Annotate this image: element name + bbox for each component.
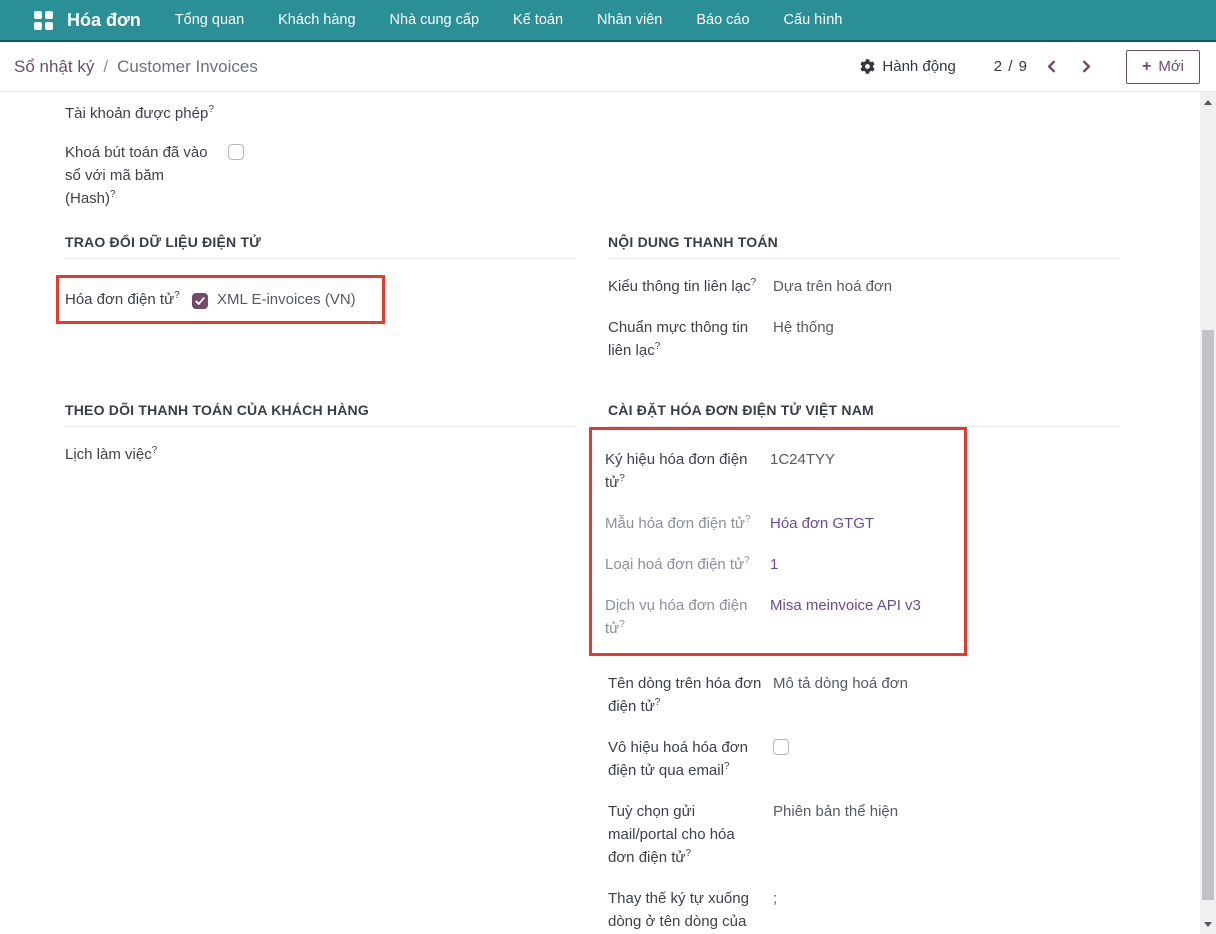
field-label-einvoice-symbol: Ký hiệu hóa đơn điện tử? xyxy=(605,448,770,494)
section-title-edi: TRAO ĐỔI DỮ LIỆU ĐIỆN TỬ xyxy=(65,234,575,259)
field-label-newline-replace: Thay thế ký tự xuống dòng ở tên dòng của… xyxy=(608,887,773,932)
field-mail-portal-option: Tuỳ chọn gửi mail/portal cho hóa đơn điệ… xyxy=(608,800,1120,869)
field-label-einvoice-service: Dịch vụ hóa đơn điện tử? xyxy=(605,594,770,640)
hash-lock-checkbox[interactable] xyxy=(228,144,244,160)
highlight-box-vn-einvoice-settings: Ký hiệu hóa đơn điện tử? 1C24TYY Mẫu hóa… xyxy=(589,427,967,656)
help-mark: ? xyxy=(655,697,661,708)
einvoice-symbol-value: 1C24TYY xyxy=(770,448,956,471)
triangle-up-icon xyxy=(1204,100,1212,105)
nav-item-nhan-vien[interactable]: Nhân viên xyxy=(597,12,662,28)
plus-icon: + xyxy=(1142,58,1151,76)
field-label-einvoice-format: Hóa đơn điện tử? xyxy=(65,288,192,311)
field-einvoice-symbol: Ký hiệu hóa đơn điện tử? 1C24TYY xyxy=(605,448,956,494)
field-label-mail-portal-option: Tuỳ chọn gửi mail/portal cho hóa đơn điệ… xyxy=(608,800,773,869)
einvoice-type-value[interactable]: 1 xyxy=(770,553,956,576)
field-einvoice-line-name: Tên dòng trên hóa đơn điện tử? Mô tả dòn… xyxy=(608,672,1120,718)
app-window: Hóa đơn Tổng quan Khách hàng Nhà cung cấ… xyxy=(0,0,1216,934)
section-title-vn-einvoice: CÀI ĐẶT HÓA ĐƠN ĐIỆN TỬ VIỆT NAM xyxy=(608,402,1120,427)
help-mark: ? xyxy=(619,619,625,630)
einvoice-template-link[interactable]: Hóa đơn GTGT xyxy=(770,512,956,535)
vertical-scrollbar[interactable] xyxy=(1200,92,1216,934)
comm-type-value: Dựa trên hoá đơn xyxy=(773,275,1120,298)
help-mark: ? xyxy=(152,445,158,456)
comm-standard-value: Hệ thống xyxy=(773,316,1120,339)
help-mark: ? xyxy=(685,848,691,859)
einvoice-format-value: XML E-invoices (VN) xyxy=(217,288,356,311)
check-icon xyxy=(195,296,205,306)
field-label-einvoice-type: Loại hoá đơn điện tử? xyxy=(605,553,770,576)
field-label-comm-standard: Chuẩn mực thông tin liên lạc? xyxy=(608,316,773,362)
field-einvoice-type: Loại hoá đơn điện tử? 1 xyxy=(605,553,956,576)
field-label-einvoice-line-name: Tên dòng trên hóa đơn điện tử? xyxy=(608,672,773,718)
nav-item-nha-cung-cap[interactable]: Nhà cung cấp xyxy=(390,12,479,28)
new-record-label: Mới xyxy=(1158,58,1184,75)
top-navbar: Hóa đơn Tổng quan Khách hàng Nhà cung cấ… xyxy=(0,0,1216,42)
nav-item-bao-cao[interactable]: Báo cáo xyxy=(696,12,749,28)
disable-einvoice-email-checkbox[interactable] xyxy=(773,739,789,755)
highlight-box-einvoice: Hóa đơn điện tử? XML E-invoices (VN) xyxy=(56,275,385,324)
help-mark: ? xyxy=(724,761,730,772)
nav-item-khach-hang[interactable]: Khách hàng xyxy=(278,12,355,28)
field-label-disable-einvoice-email: Vô hiệu hoá hóa đơn điện tử qua email? xyxy=(608,736,773,782)
field-work-schedule: Lịch làm việc? xyxy=(65,443,575,466)
scrollbar-thumb[interactable] xyxy=(1202,330,1214,900)
field-hash-lock: Khoá bút toán đã vào sổ với mã băm (Hash… xyxy=(65,141,575,210)
action-menu-label: Hành động xyxy=(882,58,955,75)
help-mark: ? xyxy=(744,555,750,566)
help-mark: ? xyxy=(655,341,661,352)
field-label-einvoice-template: Mẫu hóa đơn điện tử? xyxy=(605,512,770,535)
section-title-followup: THEO DÕI THANH TOÁN CỦA KHÁCH HÀNG xyxy=(65,402,575,427)
field-label-restrict-accounts: Tài khoản được phép? xyxy=(65,102,228,125)
app-name-menu[interactable]: Hóa đơn xyxy=(67,10,141,31)
pager-next-button[interactable] xyxy=(1075,57,1098,76)
field-label-work-schedule: Lịch làm việc? xyxy=(65,443,228,466)
pager-counter[interactable]: 2 / 9 xyxy=(994,58,1028,75)
field-comm-standard: Chuẩn mực thông tin liên lạc? Hệ thống xyxy=(608,316,1120,362)
help-mark: ? xyxy=(174,290,180,301)
scroll-down-arrow[interactable] xyxy=(1200,916,1216,932)
einvoice-line-name-value: Mô tả dòng hoá đơn xyxy=(773,672,1120,695)
chevron-right-icon xyxy=(1079,59,1094,74)
scroll-up-arrow[interactable] xyxy=(1200,94,1216,110)
nav-item-tong-quan[interactable]: Tổng quan xyxy=(175,12,244,28)
breadcrumb-separator: / xyxy=(103,57,108,77)
breadcrumb-current: Customer Invoices xyxy=(117,57,258,77)
action-menu-button[interactable]: Hành động xyxy=(860,58,955,75)
field-einvoice-template: Mẫu hóa đơn điện tử? Hóa đơn GTGT xyxy=(605,512,956,535)
field-comm-type: Kiểu thông tin liên lạc? Dựa trên hoá đơ… xyxy=(608,275,1120,298)
control-bar: Sổ nhật ký / Customer Invoices Hành động… xyxy=(0,42,1216,92)
einvoice-service-link[interactable]: Misa meinvoice API v3 xyxy=(770,594,956,617)
einvoice-format-checkbox[interactable] xyxy=(192,293,208,309)
field-einvoice-service: Dịch vụ hóa đơn điện tử? Misa meinvoice … xyxy=(605,594,956,640)
form-sheet: Tài khoản được phép? Khoá bút toán đã và… xyxy=(0,92,1216,932)
navbar-menu: Tổng quan Khách hàng Nhà cung cấp Kế toá… xyxy=(175,12,843,28)
field-newline-replace: Thay thế ký tự xuống dòng ở tên dòng của… xyxy=(608,887,1120,932)
help-mark: ? xyxy=(751,277,757,288)
chevron-left-icon xyxy=(1044,59,1059,74)
triangle-down-icon xyxy=(1204,922,1212,927)
help-mark: ? xyxy=(208,104,214,115)
field-label-hash-lock: Khoá bút toán đã vào sổ với mã băm (Hash… xyxy=(65,141,228,210)
pager-previous-button[interactable] xyxy=(1040,57,1063,76)
field-einvoice-format: Hóa đơn điện tử? XML E-invoices (VN) xyxy=(65,288,356,311)
field-disable-einvoice-email: Vô hiệu hoá hóa đơn điện tử qua email? xyxy=(608,736,1120,782)
help-mark: ? xyxy=(745,514,751,525)
nav-item-cau-hinh[interactable]: Cấu hình xyxy=(784,12,843,28)
section-title-payment: NỘI DUNG THANH TOÁN xyxy=(608,234,1120,259)
new-record-button[interactable]: + Mới xyxy=(1126,50,1200,84)
field-label-comm-type: Kiểu thông tin liên lạc? xyxy=(608,275,773,298)
help-mark: ? xyxy=(619,473,625,484)
breadcrumb: Sổ nhật ký / Customer Invoices xyxy=(14,57,258,77)
gear-icon xyxy=(860,59,875,74)
apps-grid-icon[interactable] xyxy=(34,11,53,30)
help-mark: ? xyxy=(110,189,116,200)
newline-replace-value: ; xyxy=(773,887,1120,910)
mail-portal-option-value: Phiên bản thể hiện xyxy=(773,800,1120,823)
breadcrumb-journal-link[interactable]: Sổ nhật ký xyxy=(14,57,94,77)
nav-item-ke-toan[interactable]: Kế toán xyxy=(513,12,563,28)
field-restrict-accounts: Tài khoản được phép? xyxy=(65,102,575,125)
control-bar-actions: Hành động 2 / 9 + Mới xyxy=(860,50,1200,84)
